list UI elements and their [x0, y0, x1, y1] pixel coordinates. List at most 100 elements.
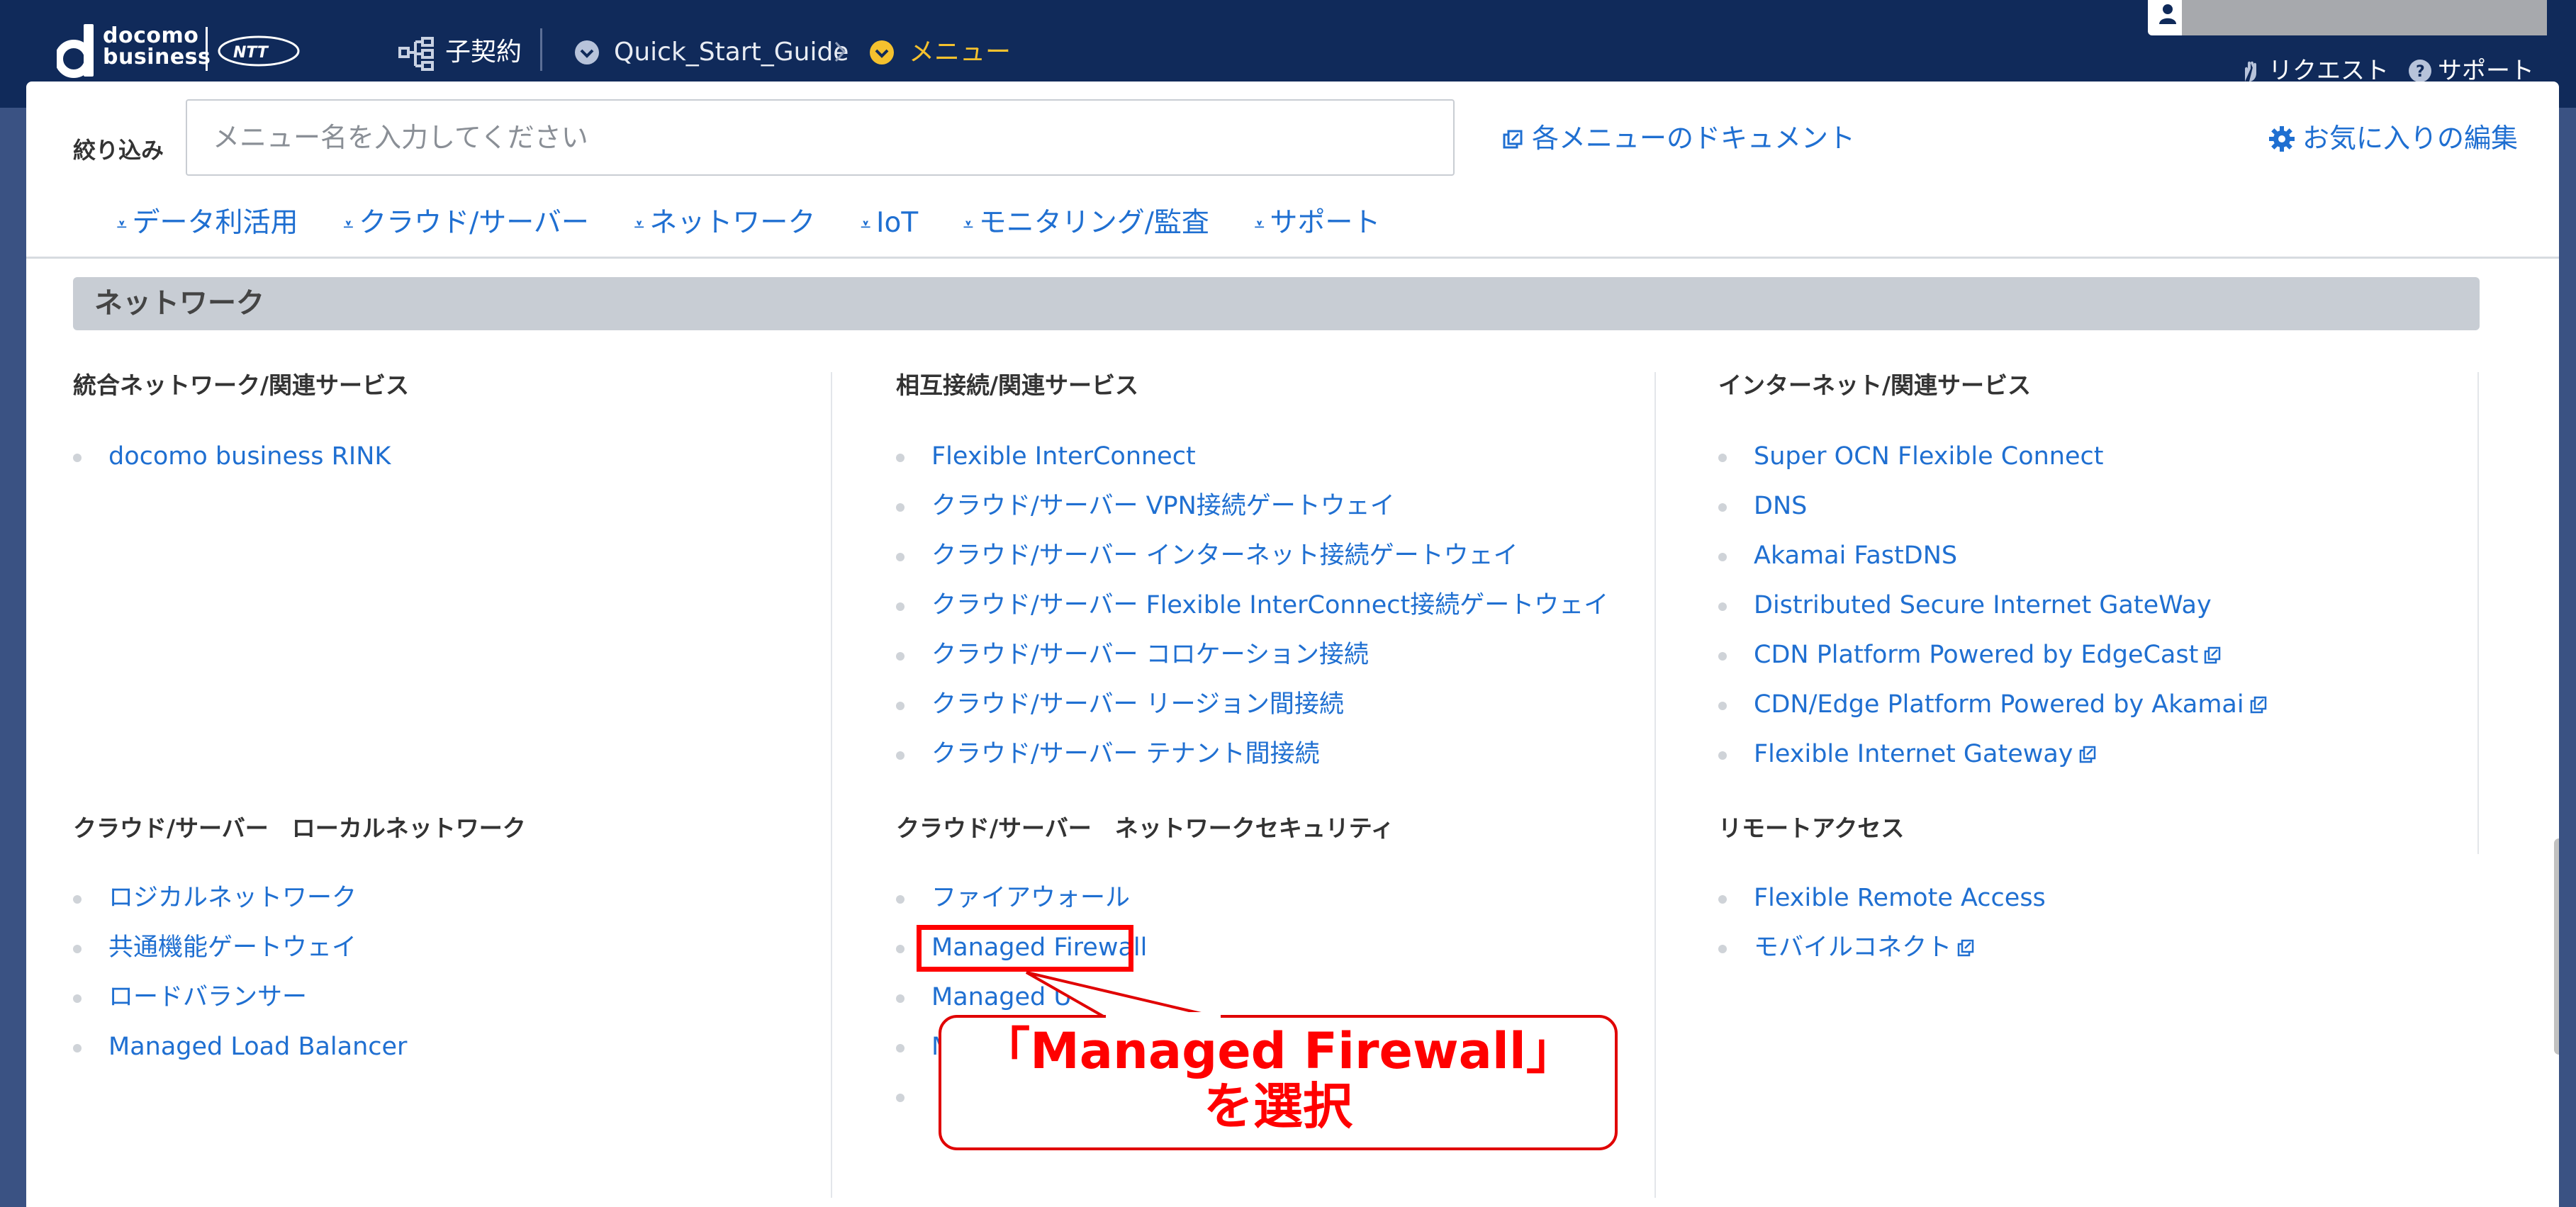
bullet-dot-icon: [896, 1094, 905, 1102]
menu-link-item[interactable]: Flexible Internet Gateway: [1718, 729, 2267, 779]
menu-link-item[interactable]: Akamai FastDNS: [1718, 531, 2267, 580]
menu-link[interactable]: ロジカルネットワーク: [108, 884, 357, 912]
filter-input[interactable]: [186, 99, 1455, 176]
menu-link-item[interactable]: Flexible Remote Access: [1718, 873, 2046, 923]
menu-link-item[interactable]: ファイアウォール: [896, 873, 1147, 923]
svg-text:?: ?: [2416, 63, 2425, 81]
double-chevron-down-icon: ⩡: [861, 214, 870, 235]
anchor-support[interactable]: ⩡ サポート: [1255, 202, 1381, 245]
menu-link-item[interactable]: クラウド/サーバー リージョン間接続: [896, 680, 1608, 729]
group-title: クラウド/サーバー ネットワークセキュリティ: [896, 814, 1394, 842]
menu-link[interactable]: Flexible Remote Access: [1754, 884, 2046, 912]
bullet-dot-icon: [1718, 945, 1727, 953]
menu-link-list: Flexible Remote Access モバイルコネクト: [1718, 873, 2046, 972]
breadcrumb-chevron-icon: [834, 41, 846, 62]
menu-link[interactable]: Flexible Internet Gateway: [1754, 740, 2073, 768]
column-divider: [1654, 372, 1656, 854]
menu-link[interactable]: Managed U: [931, 983, 1072, 1011]
column-divider: [2477, 372, 2479, 854]
menu-link-item[interactable]: クラウド/サーバー Flexible InterConnect接続ゲートウェイ: [896, 580, 1608, 630]
header-divider: [540, 28, 542, 71]
menu-link-item[interactable]: Managed Load Balancer: [73, 1022, 407, 1072]
callout-line-1: 「Managed Firewall」: [980, 1022, 1576, 1080]
breadcrumb-menu[interactable]: メニュー: [909, 33, 1011, 72]
scrollbar-track[interactable]: [2550, 257, 2559, 1207]
menu-link[interactable]: Managed Load Balancer: [108, 1033, 407, 1061]
menu-link-list: ロジカルネットワーク 共通機能ゲートウェイ ロードバランサー Managed Load…: [73, 873, 407, 1072]
menu-link[interactable]: クラウド/サーバー リージョン間接続: [931, 690, 1344, 719]
menu-link-item[interactable]: Flexible InterConnect: [896, 432, 1608, 481]
menu-link-item[interactable]: ロジカルネットワーク: [73, 873, 407, 923]
anchor-data[interactable]: ⩡ データ利活用: [117, 202, 298, 245]
edit-favorites-label: お気に入りの編集: [2302, 123, 2519, 154]
menu-link-list: Super OCN Flexible Connect DNS Akamai Fast…: [1718, 432, 2267, 779]
edit-favorites-link[interactable]: お気に入りの編集: [2268, 118, 2518, 158]
highlight-box: [917, 925, 1133, 972]
logo-separator: [206, 27, 208, 71]
menu-link-item[interactable]: クラウド/サーバー インターネット接続ゲートウェイ: [896, 531, 1608, 580]
contract-label[interactable]: 子契約: [445, 33, 522, 72]
menu-link-item[interactable]: クラウド/サーバー コロケーション接続: [896, 630, 1608, 680]
scrollbar-thumb[interactable]: [2554, 838, 2559, 1055]
menu-link-item[interactable]: クラウド/サーバー テナント間接続: [896, 729, 1608, 779]
anchor-label: IoT: [875, 207, 919, 239]
breadcrumb-guide[interactable]: Quick_Start_Guide: [614, 33, 849, 72]
group-title: 統合ネットワーク/関連サービス: [73, 371, 410, 399]
menu-link[interactable]: クラウド/サーバー コロケーション接続: [931, 641, 1369, 669]
menu-link[interactable]: クラウド/サーバー VPN接続ゲートウェイ: [931, 492, 1395, 520]
menu-link-item[interactable]: ロードバランサー: [73, 972, 407, 1022]
menu-link-item[interactable]: Super OCN Flexible Connect: [1718, 432, 2267, 481]
anchor-network[interactable]: ⩡ ネットワーク: [634, 202, 816, 245]
menu-link[interactable]: ファイアウォール: [931, 884, 1130, 912]
bullet-dot-icon: [1718, 895, 1727, 904]
bullet-dot-icon: [896, 751, 905, 760]
anchor-monitoring[interactable]: ⩡ モニタリング/監査: [963, 202, 1209, 245]
menu-link[interactable]: DNS: [1754, 492, 1807, 520]
docomo-d-logo-icon: [57, 24, 94, 78]
menu-link-item[interactable]: docomo business RINK: [73, 432, 391, 481]
bullet-dot-icon: [73, 945, 82, 953]
column-divider: [831, 815, 832, 1198]
menu-link[interactable]: クラウド/サーバー Flexible InterConnect接続ゲートウェイ: [931, 591, 1608, 619]
anchor-iot[interactable]: ⩡ IoT: [861, 202, 918, 245]
menu-link[interactable]: docomo business RINK: [108, 442, 391, 471]
menu-link[interactable]: Super OCN Flexible Connect: [1754, 442, 2104, 471]
menu-link[interactable]: CDN Platform Powered by EdgeCast: [1754, 641, 2198, 669]
menu-link[interactable]: CDN/Edge Platform Powered by Akamai: [1754, 690, 2244, 719]
request-label: リクエスト: [2268, 57, 2389, 85]
menu-link[interactable]: クラウド/サーバー テナント間接続: [931, 740, 1320, 768]
user-icon: [2159, 4, 2176, 24]
double-chevron-down-icon: ⩡: [963, 214, 973, 235]
menu-link[interactable]: Akamai FastDNS: [1754, 541, 1957, 570]
menu-link[interactable]: 共通機能ゲートウェイ: [108, 933, 357, 962]
menu-documents-link[interactable]: 各メニューのドキュメント: [1502, 118, 1855, 158]
anchor-label: クラウド/サーバー: [359, 207, 589, 239]
bullet-dot-icon: [896, 702, 905, 710]
svg-text:NTT: NTT: [233, 44, 269, 62]
bullet-dot-icon: [896, 1044, 905, 1052]
menu-link[interactable]: Flexible InterConnect: [931, 442, 1196, 471]
external-link-icon: [2250, 696, 2266, 714]
menu-link-item[interactable]: CDN/Edge Platform Powered by Akamai: [1718, 680, 2267, 729]
column-divider: [1654, 815, 1656, 1198]
hand-raise-icon: [2245, 61, 2256, 82]
anchor-label: データ利活用: [132, 207, 298, 239]
menu-link-list: docomo business RINK: [73, 432, 391, 481]
double-chevron-down-icon: ⩡: [1254, 214, 1265, 235]
brand-logo-text[interactable]: docomo business: [103, 26, 211, 68]
callout-pointer-cover: [1106, 1012, 1221, 1019]
menu-link-item[interactable]: CDN Platform Powered by EdgeCast: [1718, 630, 2267, 680]
header-divider-line: [26, 257, 2559, 259]
menu-link[interactable]: Distributed Secure Internet GateWay: [1754, 591, 2212, 619]
menu-link[interactable]: クラウド/サーバー インターネット接続ゲートウェイ: [931, 541, 1518, 570]
menu-link[interactable]: モバイルコネクト: [1754, 933, 1951, 962]
bullet-dot-icon: [896, 945, 905, 953]
anchor-label: サポート: [1270, 207, 1381, 239]
menu-link-item[interactable]: Distributed Secure Internet GateWay: [1718, 580, 2267, 630]
anchor-cloud[interactable]: ⩡ クラウド/サーバー: [344, 202, 589, 245]
menu-link-item[interactable]: クラウド/サーバー VPN接続ゲートウェイ: [896, 481, 1608, 531]
menu-link[interactable]: ロードバランサー: [108, 983, 307, 1011]
menu-link-item[interactable]: 共通機能ゲートウェイ: [73, 923, 407, 972]
menu-link-item[interactable]: DNS: [1718, 481, 2267, 531]
menu-link-item[interactable]: モバイルコネクト: [1718, 923, 2046, 972]
